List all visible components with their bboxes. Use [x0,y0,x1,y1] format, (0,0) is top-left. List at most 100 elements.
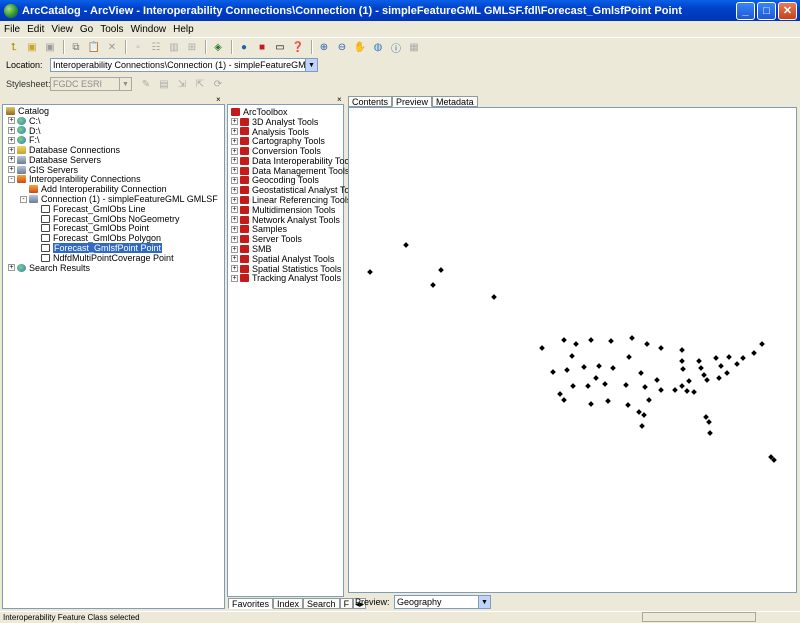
toolbox-item[interactable]: + Spatial Statistics Tools [231,264,361,274]
catalog-item[interactable]: + Database Servers [8,155,218,165]
expand-icon[interactable]: + [231,167,238,175]
menu-help[interactable]: Help [173,24,194,35]
expand-icon[interactable]: + [231,265,238,273]
paste-icon[interactable]: 📋 [86,39,102,55]
catalog-item[interactable]: Catalog [6,106,218,116]
toolbox-item[interactable]: + Multidimension Tools [231,205,361,215]
import-metadata-icon[interactable]: ⇲ [174,76,190,92]
toolbox-item[interactable]: + Data Interoperability Tools [231,156,361,166]
catalog-item[interactable]: - Interoperability Connections [8,174,218,184]
up-one-level-icon[interactable]: ⮤ [6,39,22,55]
catalog-item[interactable]: Forecast_GmlObs NoGeometry [32,214,218,224]
toolbox-item[interactable]: + Spatial Analyst Tools [231,254,361,264]
expand-icon[interactable]: + [231,274,238,282]
launch-arcmap-icon[interactable]: ◈ [210,39,226,55]
catalog-item[interactable]: Add Interoperability Connection [20,184,218,194]
chevron-down-icon[interactable]: ▼ [305,59,317,71]
expand-icon[interactable]: + [8,126,15,134]
expand-icon[interactable]: + [231,206,238,214]
expand-icon[interactable]: + [8,264,15,272]
expand-icon[interactable]: + [231,186,238,194]
toolbox-item[interactable]: + Geocoding Tools [231,175,361,185]
chevron-down-icon[interactable]: ▼ [119,78,131,90]
create-thumbnail-icon[interactable]: ▦ [406,39,422,55]
menu-edit[interactable]: Edit [27,24,44,35]
tab-f[interactable]: F [339,598,354,609]
collapse-icon[interactable]: - [8,175,15,183]
toolbox-item[interactable]: +3D Analyst Tools [231,117,361,127]
toolbox-item[interactable]: + Samples [231,224,361,234]
copy-icon[interactable]: ⧉ [68,39,84,55]
thumbnails-icon[interactable]: ⊞ [184,39,200,55]
tab-index[interactable]: Index [273,598,304,609]
tab-preview[interactable]: Preview [392,96,433,107]
menu-window[interactable]: Window [131,24,167,35]
expand-icon[interactable]: + [8,166,15,174]
toolbox-close-icon[interactable]: × [337,95,342,104]
zoom-in-icon[interactable]: ⊕ [316,39,332,55]
expand-icon[interactable]: + [231,157,238,165]
toolbox-item[interactable]: + SMB [231,244,361,254]
menu-view[interactable]: View [51,24,73,35]
expand-icon[interactable]: + [8,156,15,164]
expand-icon[interactable]: + [231,127,238,135]
catalog-item[interactable]: + C:\ [8,116,218,126]
tab-search[interactable]: Search [303,598,340,609]
toolbox-root[interactable]: ArcToolbox [231,107,361,117]
catalog-item[interactable]: + F:\ [8,135,218,145]
pan-icon[interactable]: ✋ [352,39,368,55]
identify-icon[interactable]: ⓘ [388,39,404,55]
arcglobe-icon[interactable]: ● [236,39,252,55]
toolbox-item[interactable]: + Network Analyst Tools [231,215,361,225]
toolbox-item[interactable]: + Cartography Tools [231,136,361,146]
location-combo[interactable]: Interoperability Connections\Connection … [50,58,318,72]
close-button[interactable]: ✕ [778,1,797,20]
catalog-item[interactable]: Forecast_GmlObs Line [32,204,218,214]
expand-icon[interactable]: + [231,255,238,263]
catalog-item[interactable]: NdfdMultiPointCoverage Point [32,253,218,263]
catalog-item[interactable]: + D:\ [8,126,218,136]
zoom-out-icon[interactable]: ⊖ [334,39,350,55]
tab-metadata[interactable]: Metadata [432,96,478,107]
menu-go[interactable]: Go [80,24,93,35]
disconnect-folder-icon[interactable]: ▣ [42,39,58,55]
connect-folder-icon[interactable]: ▣ [24,39,40,55]
expand-icon[interactable]: + [8,136,15,144]
catalog-item[interactable]: - Connection (1) - simpleFeatureGML GMLSF [20,194,218,204]
update-metadata-icon[interactable]: ⟳ [210,76,226,92]
expand-icon[interactable]: + [231,137,238,145]
details-icon[interactable]: ▥ [166,39,182,55]
stylesheet-combo[interactable]: FGDC ESRI ▼ [50,77,132,91]
catalog-item[interactable]: Forecast_GmlObs Polygon [32,233,218,243]
catalog-item[interactable]: + Database Connections [8,145,218,155]
chevron-down-icon[interactable]: ▼ [478,596,490,608]
expand-icon[interactable]: + [8,146,15,154]
expand-icon[interactable]: + [8,117,15,125]
tab-contents[interactable]: Contents [348,96,393,107]
catalog-item[interactable]: Forecast_GmlsfPoint Point [32,243,218,254]
metadata-properties-icon[interactable]: ▤ [156,76,172,92]
full-extent-icon[interactable]: ◍ [370,39,386,55]
expand-icon[interactable]: + [231,235,238,243]
expand-icon[interactable]: + [231,176,238,184]
edit-metadata-icon[interactable]: ✎ [138,76,154,92]
expand-icon[interactable]: + [231,225,238,233]
export-metadata-icon[interactable]: ⇱ [192,76,208,92]
collapse-icon[interactable]: - [20,195,27,203]
toolbox-item[interactable]: + Tracking Analyst Tools [231,273,361,283]
toolbox-item[interactable]: + Analysis Tools [231,127,361,137]
maximize-button[interactable]: □ [757,1,776,20]
minimize-button[interactable]: _ [736,1,755,20]
toolbox-item[interactable]: + Server Tools [231,234,361,244]
expand-icon[interactable]: + [231,216,238,224]
preview-panel[interactable] [348,107,797,593]
catalog-item[interactable]: + GIS Servers [8,165,218,175]
toolbox-item[interactable]: + Geostatistical Analyst Tools [231,185,361,195]
expand-icon[interactable]: + [231,245,238,253]
catalog-item[interactable]: Forecast_GmlObs Point [32,223,218,233]
large-icons-icon[interactable]: ▫ [130,39,146,55]
expand-icon[interactable]: + [231,118,238,126]
toolbox-item[interactable]: + Conversion Tools [231,146,361,156]
menu-file[interactable]: File [4,24,20,35]
tab-favorites[interactable]: Favorites [228,598,274,609]
